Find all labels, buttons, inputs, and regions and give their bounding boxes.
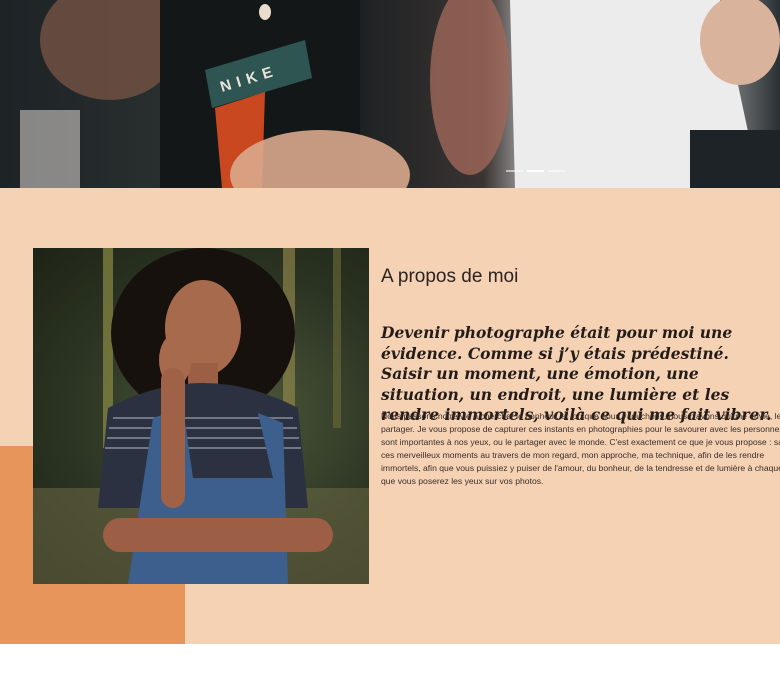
slider-dot-2[interactable] xyxy=(527,170,544,172)
blurred-arm xyxy=(430,0,510,175)
hero-banner: NIKE xyxy=(0,0,780,188)
hero-photo: NIKE xyxy=(20,0,780,188)
slider-dot-1[interactable] xyxy=(506,170,523,172)
dark-corner xyxy=(690,130,780,188)
blurred-figure-left xyxy=(20,110,80,188)
about-section: A propos de moi Devenir photographe étai… xyxy=(0,188,780,644)
blurred-hand xyxy=(40,0,180,100)
portrait-illustration xyxy=(33,248,369,584)
slider-indicators xyxy=(506,170,565,172)
slider-dot-3[interactable] xyxy=(548,170,565,172)
about-body-text: Nous passons notre vie à chercher le bon… xyxy=(381,411,780,486)
about-title: A propos de moi xyxy=(381,266,519,287)
pendant xyxy=(259,4,271,20)
portrait-photo xyxy=(33,248,369,584)
